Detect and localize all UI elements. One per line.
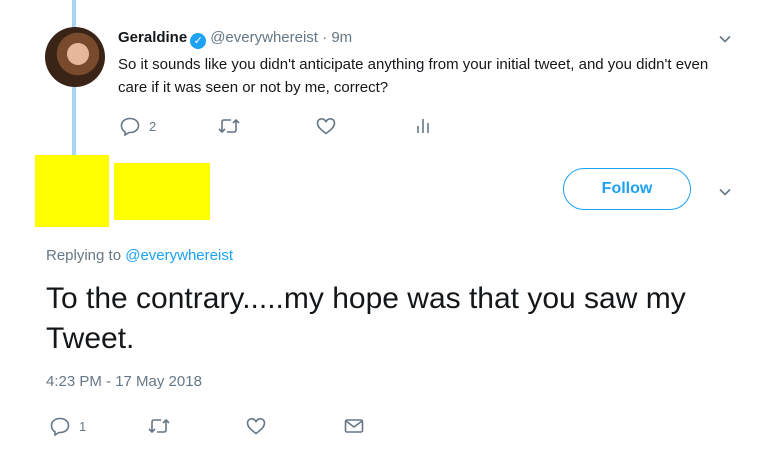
retweet-button[interactable] bbox=[217, 116, 315, 136]
retweet-button[interactable] bbox=[147, 416, 245, 436]
handle[interactable]: @everywhereist bbox=[210, 29, 318, 46]
retweet-icon bbox=[147, 416, 171, 436]
thread-line-middle bbox=[72, 86, 76, 156]
verified-badge-icon: ✓ bbox=[190, 33, 207, 49]
dm-button[interactable] bbox=[343, 416, 383, 436]
chevron-down-icon[interactable] bbox=[718, 32, 732, 46]
like-button[interactable] bbox=[245, 416, 343, 436]
replying-prefix: Replying to bbox=[46, 247, 122, 264]
chevron-down-icon[interactable] bbox=[718, 185, 732, 199]
heart-icon bbox=[245, 416, 267, 436]
separator: · bbox=[322, 29, 328, 46]
retweet-icon bbox=[217, 116, 241, 136]
reply-button[interactable]: 2 bbox=[119, 116, 217, 136]
envelope-icon bbox=[343, 416, 365, 436]
avatar[interactable] bbox=[45, 27, 105, 87]
timestamp[interactable]: 4:23 PM - 17 May 2018 bbox=[46, 373, 202, 390]
reply-count: 2 bbox=[149, 118, 157, 134]
reply-count: 1 bbox=[79, 418, 87, 434]
main-tweet-actions: 1 bbox=[49, 416, 383, 436]
tweet-text: So it sounds like you didn't anticipate … bbox=[118, 56, 709, 96]
analytics-button[interactable] bbox=[413, 116, 453, 136]
thread-line-top bbox=[72, 0, 76, 28]
like-button[interactable] bbox=[315, 116, 413, 136]
reply-icon bbox=[119, 116, 141, 136]
tweet-header: Geraldine ✓ @everywhereist · 9m bbox=[118, 29, 352, 49]
replying-handle-link[interactable]: @everywhereist bbox=[125, 247, 233, 264]
main-tweet-text: To the contrary.....my hope was that you… bbox=[46, 282, 686, 355]
redacted-avatar bbox=[35, 155, 109, 227]
reply-icon bbox=[49, 416, 71, 436]
tweet-actions: 2 bbox=[119, 116, 453, 136]
heart-icon bbox=[315, 116, 337, 136]
display-name[interactable]: Geraldine bbox=[118, 29, 187, 46]
follow-button[interactable]: Follow bbox=[563, 168, 691, 210]
analytics-icon bbox=[413, 116, 433, 136]
replying-to: Replying to @everywhereist bbox=[46, 247, 233, 264]
redacted-name bbox=[114, 163, 210, 220]
time-ago[interactable]: 9m bbox=[331, 29, 352, 46]
reply-button[interactable]: 1 bbox=[49, 416, 147, 436]
